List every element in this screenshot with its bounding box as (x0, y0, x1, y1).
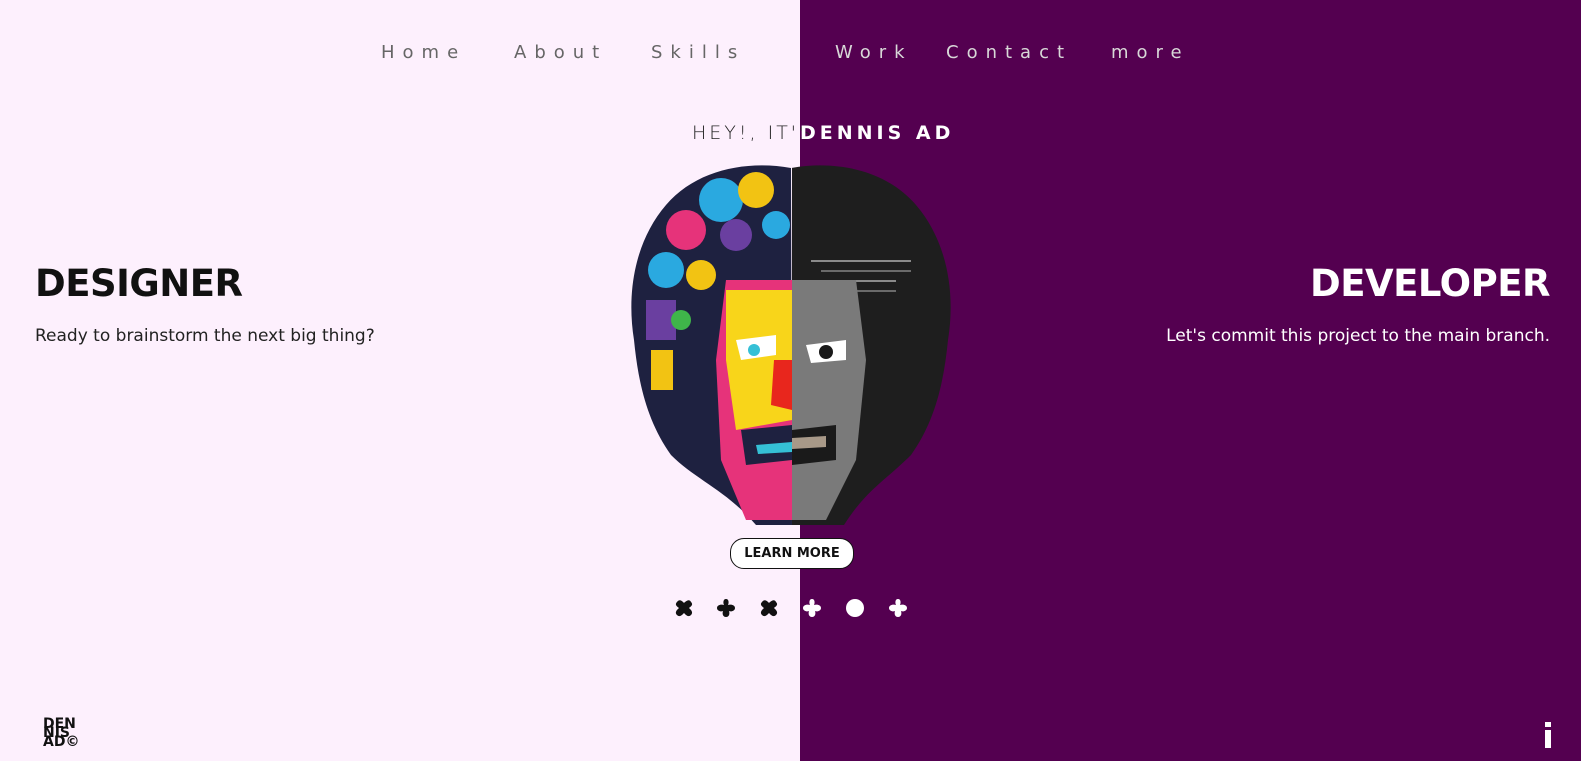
nav-skills-link[interactable]: Skills (651, 37, 745, 69)
portrait-illustration (631, 165, 951, 525)
nav-more-link[interactable]: more (1111, 37, 1190, 69)
nav-contact-link[interactable]: Contact (946, 37, 1072, 69)
designer-subtitle: Ready to brainstorm the next big thing? (35, 326, 375, 346)
blob-dot-icon[interactable] (888, 598, 908, 618)
blob-dot-icon[interactable] (759, 598, 779, 618)
info-icon[interactable] (1543, 722, 1553, 748)
developer-face (792, 165, 951, 525)
site-logo[interactable]: DEN NIS AD© (43, 717, 83, 750)
designer-face (631, 165, 792, 525)
developer-title: DEVELOPER (1310, 262, 1551, 305)
nav-home-link[interactable]: Home (381, 37, 466, 69)
greeting-text: HEY!, IT'S (692, 122, 815, 144)
logo-line: AD© (43, 734, 80, 750)
designer-title: DESIGNER (35, 262, 243, 305)
slide-dots (674, 598, 914, 620)
circle-dot-icon[interactable] (845, 598, 865, 618)
nav-work-link[interactable]: Work (835, 37, 913, 69)
hero-name: DENNIS AD (800, 122, 955, 144)
hero-greeting: HEY!, IT'S DENNIS AD (692, 122, 950, 145)
learn-more-button[interactable]: LEARN MORE (730, 538, 854, 569)
blob-dot-icon[interactable] (716, 598, 736, 618)
blob-dot-icon[interactable] (802, 598, 822, 618)
developer-subtitle: Let's commit this project to the main br… (1166, 326, 1550, 346)
blob-dot-icon[interactable] (674, 598, 694, 618)
nav-about-link[interactable]: About (514, 37, 607, 69)
